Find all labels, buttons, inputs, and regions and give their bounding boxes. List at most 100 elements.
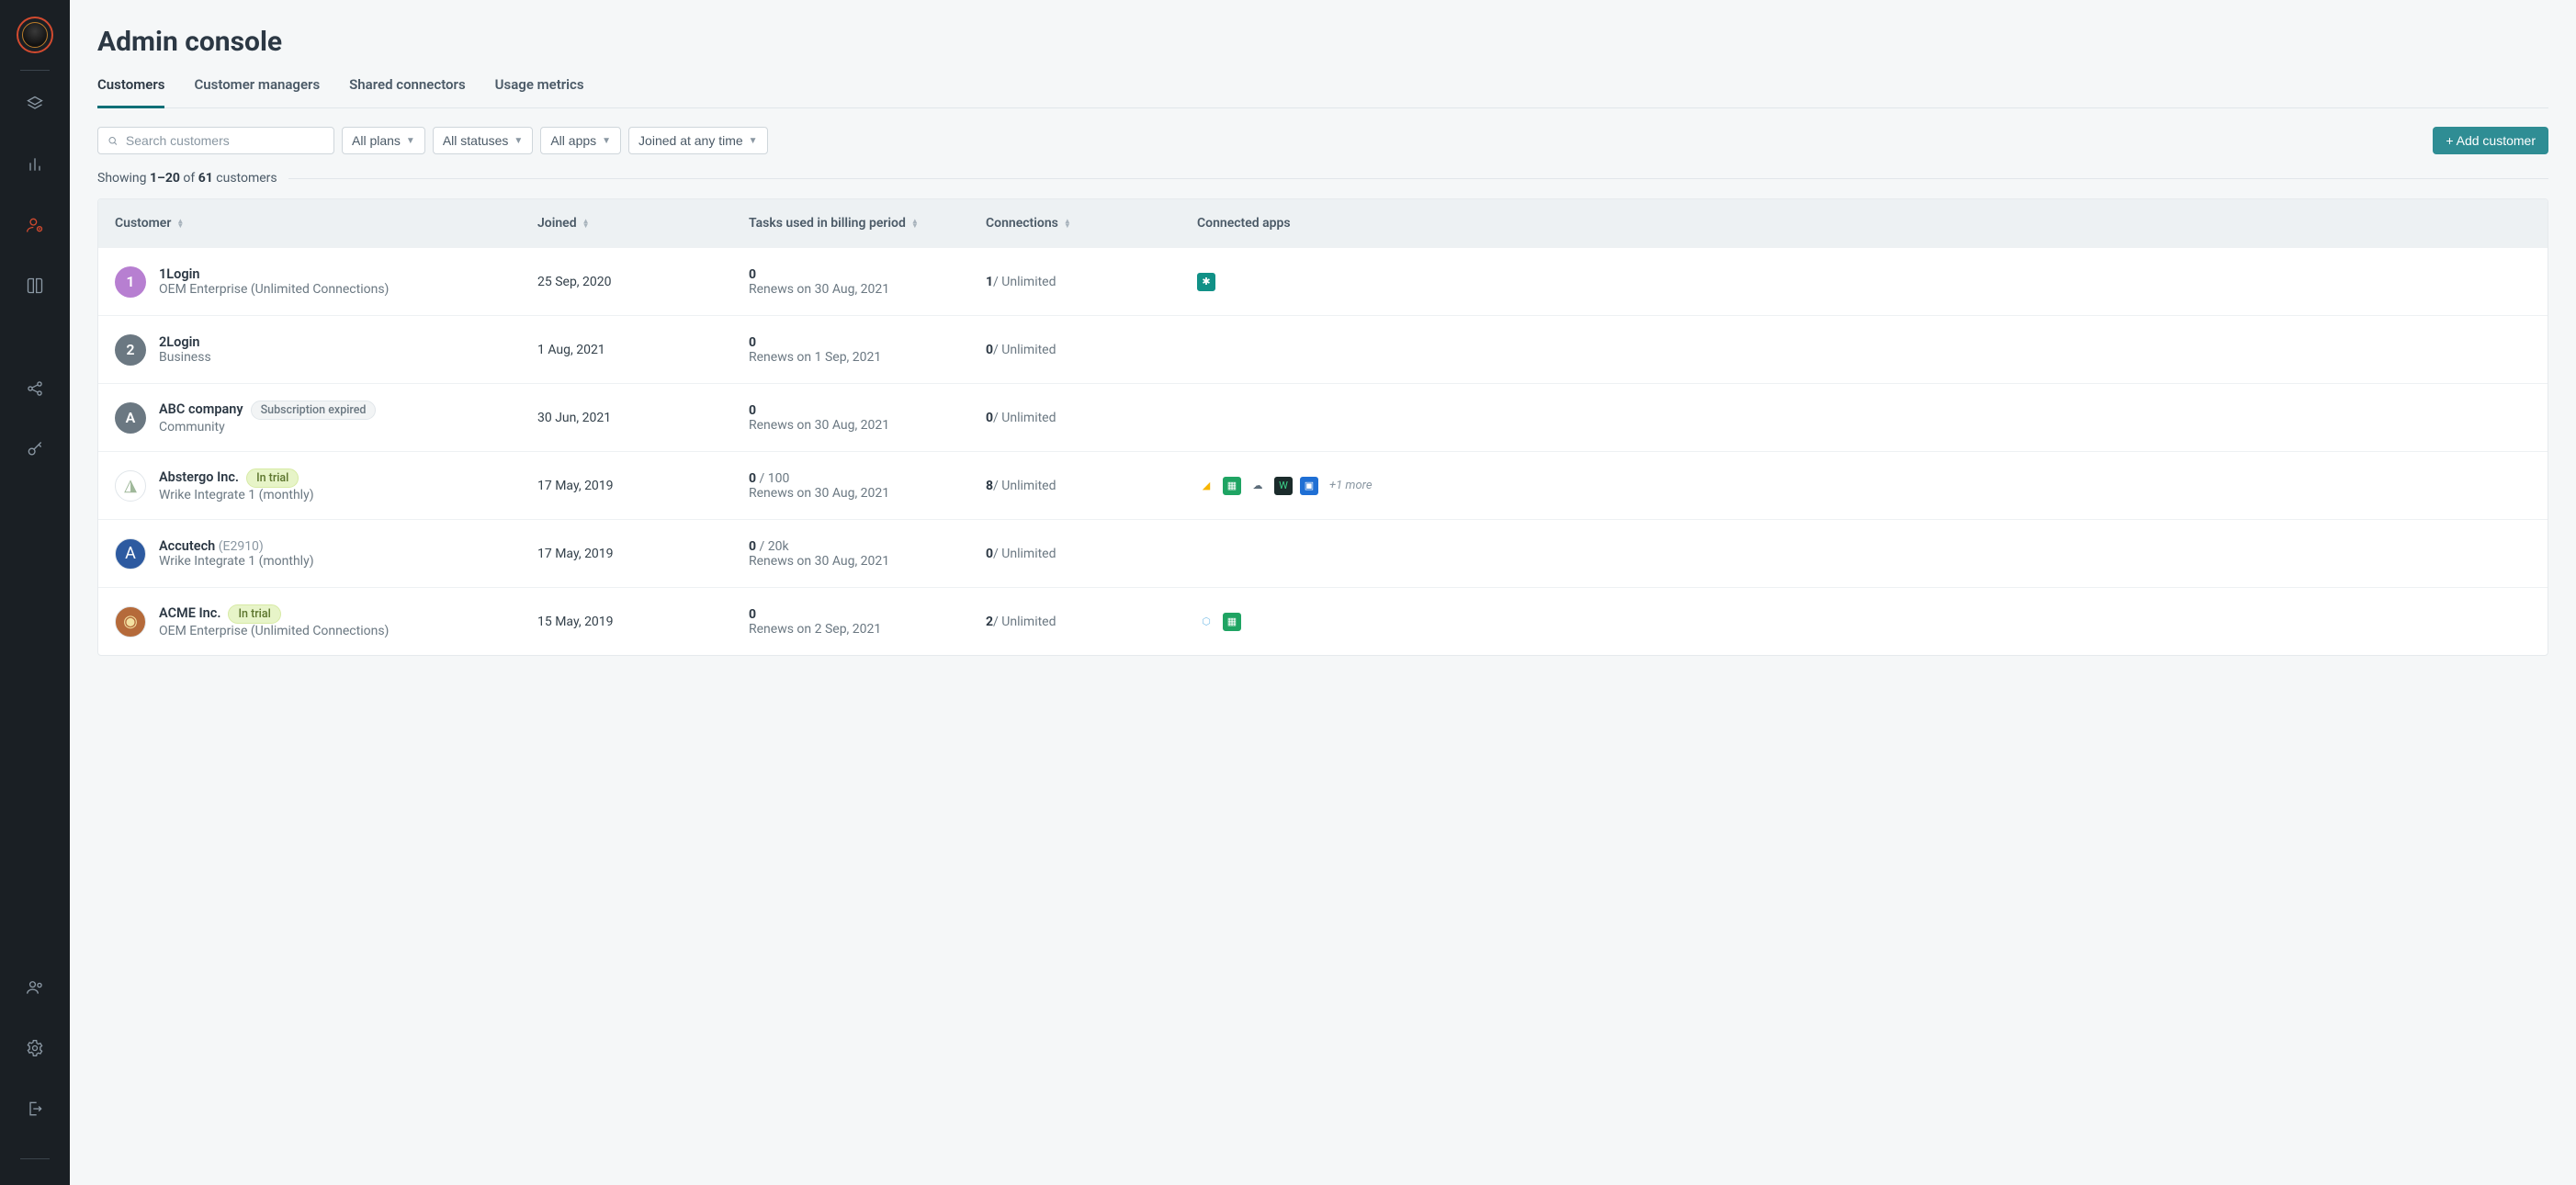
col-connections[interactable]: Connections▲▼ bbox=[969, 199, 1181, 247]
customer-plan: OEM Enterprise (Unlimited Connections) bbox=[159, 282, 389, 297]
cell-connections: 2 / Unlimited bbox=[969, 588, 1181, 655]
customer-plan: OEM Enterprise (Unlimited Connections) bbox=[159, 624, 389, 638]
cell-apps: ✱ bbox=[1181, 248, 2548, 315]
status-badge: In trial bbox=[228, 604, 280, 624]
customer-name: Abstergo Inc. bbox=[159, 469, 239, 485]
team-icon[interactable] bbox=[17, 969, 53, 1006]
customer-name: ACME Inc. bbox=[159, 605, 220, 621]
avatar: ◮ bbox=[115, 470, 146, 502]
table-row[interactable]: 2 2LoginBusiness 1 Aug, 20210Renews on 1 S… bbox=[98, 315, 2548, 383]
table-row[interactable]: 1 1LoginOEM Enterprise (Unlimited Connect… bbox=[98, 247, 2548, 315]
chevron-down-icon: ▼ bbox=[406, 136, 415, 146]
sort-icon: ▲▼ bbox=[176, 219, 184, 228]
cell-tasks: 0Renews on 30 Aug, 2021 bbox=[732, 248, 969, 315]
tab-usage-metrics[interactable]: Usage metrics bbox=[495, 76, 584, 108]
filter-plans[interactable]: All plans▼ bbox=[342, 127, 425, 154]
connected-app-icon: ◢ bbox=[1197, 477, 1215, 495]
avatar: A bbox=[115, 538, 146, 570]
more-apps-text[interactable]: +1 more bbox=[1329, 479, 1373, 492]
customer-plan: Community bbox=[159, 420, 376, 434]
cell-tasks: 0Renews on 1 Sep, 2021 bbox=[732, 316, 969, 383]
cell-joined: 25 Sep, 2020 bbox=[521, 248, 732, 315]
share-icon[interactable] bbox=[17, 370, 53, 407]
col-customer[interactable]: Customer▲▼ bbox=[98, 199, 521, 247]
cell-joined: 17 May, 2019 bbox=[521, 452, 732, 519]
cell-connections: 0 / Unlimited bbox=[969, 384, 1181, 451]
cell-connections: 1 / Unlimited bbox=[969, 248, 1181, 315]
filter-joined[interactable]: Joined at any time▼ bbox=[628, 127, 768, 154]
cell-apps bbox=[1181, 384, 2548, 451]
left-sidebar bbox=[0, 0, 70, 1185]
tab-shared-connectors[interactable]: Shared connectors bbox=[349, 76, 466, 108]
main-content: Admin console Customers Customer managers… bbox=[70, 0, 2576, 1185]
cell-apps bbox=[1181, 316, 2548, 383]
table-row[interactable]: ◉ ACME Inc. In trialOEM Enterprise (Unlimi… bbox=[98, 587, 2548, 655]
search-box[interactable] bbox=[97, 127, 334, 154]
users-admin-icon[interactable] bbox=[17, 207, 53, 243]
book-icon[interactable] bbox=[17, 267, 53, 304]
tab-customer-managers[interactable]: Customer managers bbox=[194, 76, 320, 108]
customer-name: 1Login bbox=[159, 266, 199, 282]
search-input[interactable] bbox=[126, 133, 324, 148]
connected-app-icon: ▦ bbox=[1223, 613, 1241, 631]
sort-icon: ▲▼ bbox=[1064, 219, 1071, 228]
customer-ext-id: (E2910) bbox=[215, 539, 264, 554]
search-icon bbox=[107, 135, 119, 147]
customer-name: Accutech bbox=[159, 538, 215, 554]
app-logo[interactable] bbox=[17, 17, 53, 53]
sidebar-separator-bottom bbox=[20, 1158, 50, 1159]
cell-tasks: 0 / 20kRenews on 30 Aug, 2021 bbox=[732, 520, 969, 587]
col-apps: Connected apps bbox=[1181, 199, 2548, 247]
add-customer-button[interactable]: + Add customer bbox=[2433, 127, 2548, 154]
table-row[interactable]: A Accutech (E2910)Wrike Integrate 1 (mont… bbox=[98, 519, 2548, 587]
connected-app-icon: W bbox=[1274, 477, 1293, 495]
customers-table: Customer▲▼ Joined▲▼ Tasks used in billin… bbox=[97, 198, 2548, 656]
sort-icon: ▲▼ bbox=[582, 219, 590, 228]
result-count: Showing 1–20 of 61 customers bbox=[97, 171, 2548, 186]
filter-statuses[interactable]: All statuses▼ bbox=[433, 127, 534, 154]
connected-app-icon: ✱ bbox=[1197, 273, 1215, 291]
connected-app-icon: ▣ bbox=[1300, 477, 1318, 495]
connected-app-icon: ☁ bbox=[1248, 477, 1267, 495]
cell-tasks: 0 / 100Renews on 30 Aug, 2021 bbox=[732, 452, 969, 519]
chart-icon[interactable] bbox=[17, 146, 53, 183]
table-row[interactable]: ◮Abstergo Inc.In trialWrike Integrate 1 … bbox=[98, 451, 2548, 519]
cell-connections: 0 / Unlimited bbox=[969, 520, 1181, 587]
chevron-down-icon: ▼ bbox=[602, 136, 611, 146]
cell-apps: ◢ ▦ ☁ W ▣ +1 more bbox=[1181, 452, 2548, 519]
cell-joined: 15 May, 2019 bbox=[521, 588, 732, 655]
cell-joined: 30 Jun, 2021 bbox=[521, 384, 732, 451]
tab-bar: Customers Customer managers Shared connect… bbox=[97, 76, 2548, 108]
connected-app-icon: ▦ bbox=[1223, 477, 1241, 495]
toolbar: All plans▼ All statuses▼ All apps▼ Joine… bbox=[97, 127, 2548, 154]
cell-tasks: 0Renews on 2 Sep, 2021 bbox=[732, 588, 969, 655]
customer-plan: Business bbox=[159, 350, 211, 365]
avatar: 2 bbox=[115, 334, 146, 366]
cell-joined: 17 May, 2019 bbox=[521, 520, 732, 587]
avatar: A bbox=[115, 402, 146, 434]
filter-apps[interactable]: All apps▼ bbox=[540, 127, 621, 154]
key-icon[interactable] bbox=[17, 431, 53, 468]
customer-name: 2Login bbox=[159, 334, 199, 350]
table-row[interactable]: AABC companySubscription expiredCommunit… bbox=[98, 383, 2548, 451]
status-badge: In trial bbox=[246, 468, 299, 488]
cell-connections: 0 / Unlimited bbox=[969, 316, 1181, 383]
avatar: 1 bbox=[115, 266, 146, 298]
chevron-down-icon: ▼ bbox=[514, 136, 523, 146]
col-joined[interactable]: Joined▲▼ bbox=[521, 199, 732, 247]
gear-icon[interactable] bbox=[17, 1030, 53, 1066]
cell-tasks: 0Renews on 30 Aug, 2021 bbox=[732, 384, 969, 451]
stack-icon[interactable] bbox=[17, 85, 53, 122]
connected-app-icon: ⬡ bbox=[1197, 613, 1215, 631]
page-title: Admin console bbox=[97, 26, 2548, 58]
tab-customers[interactable]: Customers bbox=[97, 76, 164, 108]
cell-connections: 8 / Unlimited bbox=[969, 452, 1181, 519]
cell-joined: 1 Aug, 2021 bbox=[521, 316, 732, 383]
customer-name: ABC company bbox=[159, 401, 243, 417]
sort-icon: ▲▼ bbox=[911, 219, 919, 228]
logout-icon[interactable] bbox=[17, 1090, 53, 1127]
customer-plan: Wrike Integrate 1 (monthly) bbox=[159, 554, 314, 569]
chevron-down-icon: ▼ bbox=[749, 136, 758, 146]
avatar: ◉ bbox=[115, 606, 146, 638]
col-tasks[interactable]: Tasks used in billing period▲▼ bbox=[732, 199, 969, 247]
